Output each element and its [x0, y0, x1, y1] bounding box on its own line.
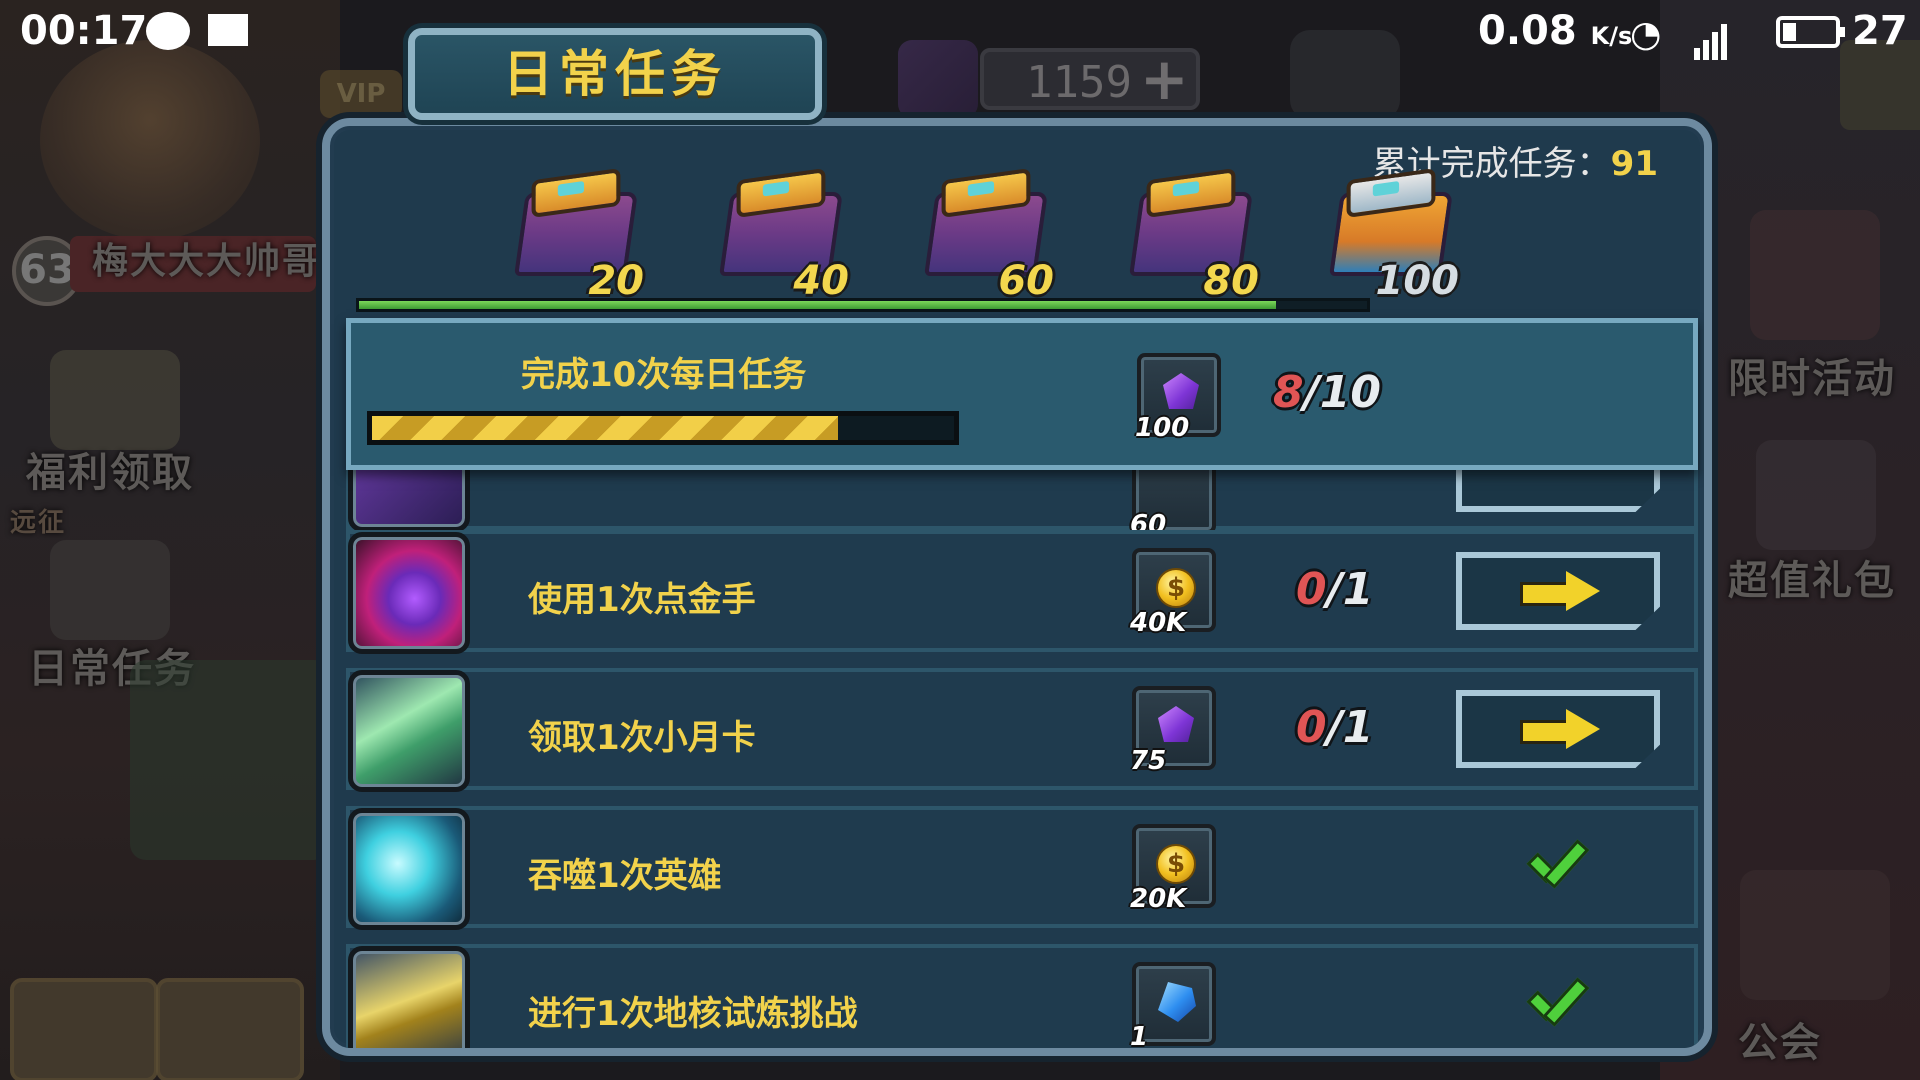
daily-task-icon[interactable]	[50, 540, 170, 640]
mail-button[interactable]	[156, 978, 304, 1080]
task-row: 领取1次小月卡 75 0/1	[346, 668, 1698, 792]
task-row: 吞噬1次英雄 $ 20K	[346, 806, 1698, 930]
battery-level: 27	[1852, 8, 1908, 54]
chest-reward-60[interactable]: 60	[920, 168, 1054, 304]
completed-check-icon	[1522, 840, 1582, 890]
network-speed: 0.08 K/s	[1478, 8, 1633, 54]
gold-coin-icon: $	[1156, 568, 1196, 608]
task-title: 吞噬1次英雄	[528, 856, 722, 896]
task-title: 完成10次每日任务	[521, 355, 807, 395]
task-count: 0/1	[1296, 564, 1374, 615]
player-name: 梅大大大帅哥	[92, 241, 321, 282]
panel-title-tab: 日常任务	[408, 28, 822, 120]
clock: 00:17	[20, 8, 148, 54]
reward-amount: 40K	[1130, 608, 1187, 638]
battery-icon	[1776, 16, 1845, 48]
vip-badge[interactable]: VIP	[320, 70, 402, 118]
reward-purple-gem: 100	[1135, 353, 1221, 443]
reward-amount: 1	[1130, 1022, 1149, 1052]
purple-gem-icon	[1163, 373, 1199, 409]
task-title: 使用1次点金手	[528, 580, 756, 620]
reward-purple-gem: 75	[1130, 686, 1216, 776]
highlighted-task: 完成10次每日任务 100 8/10	[346, 318, 1698, 470]
chest-reward-100[interactable]: 100	[1325, 168, 1459, 304]
value-pack-icon[interactable]	[1756, 440, 1876, 550]
go-button[interactable]	[1456, 690, 1660, 768]
task-title: 进行1次地核试炼挑战	[528, 994, 858, 1034]
player-avatar[interactable]	[40, 40, 260, 240]
menu-expedition[interactable]: 远征	[10, 502, 66, 539]
menu-welfare[interactable]: 福利领取	[26, 440, 194, 498]
task-count: 0/1	[1296, 702, 1374, 753]
status-bar: 00:17 0.08 K/s ◔ 27	[0, 0, 1920, 64]
menu-limited-event[interactable]: 限时活动	[1728, 346, 1896, 404]
chest-reward-40[interactable]: 40	[715, 168, 849, 304]
task-count: 8/10	[1273, 367, 1381, 418]
chat-icon	[146, 12, 190, 50]
task-progress-bar	[367, 411, 959, 445]
arrow-right-icon	[1520, 709, 1600, 749]
midas-gem-icon	[348, 532, 470, 654]
reward-amount: 20K	[1130, 884, 1187, 914]
task-title: 领取1次小月卡	[528, 718, 756, 758]
chest-reward-20[interactable]: 20	[510, 168, 644, 304]
reward-blue-crystal: 1	[1130, 962, 1216, 1048]
image-icon	[208, 14, 248, 46]
arrow-right-icon	[1520, 571, 1600, 611]
task-progress-fill	[372, 416, 838, 440]
task-row: 使用1次点金手 $ 40K 0/1	[346, 530, 1698, 654]
reward-gold-coin: $ 40K	[1130, 548, 1216, 638]
gold-coin-icon: $	[1156, 844, 1196, 884]
reward-amount: 100	[1135, 413, 1190, 443]
reward-amount: 75	[1130, 746, 1167, 776]
wifi-icon: ◔	[1630, 14, 1662, 55]
building-decoration	[130, 660, 330, 860]
purple-gem-icon	[1158, 706, 1194, 742]
monthly-card-icon	[348, 670, 470, 792]
chest-reward-80[interactable]: 80	[1125, 168, 1259, 304]
welfare-icon[interactable]	[50, 350, 180, 450]
blue-crystal-icon	[1158, 982, 1196, 1022]
menu-value-pack[interactable]: 超值礼包	[1728, 548, 1896, 606]
daily-tasks-panel: 累计完成任务：91 20 40 60 80 100 完成10次每日任务 100 …	[322, 118, 1712, 1056]
drill-icon	[348, 946, 470, 1048]
completed-check-icon	[1522, 978, 1582, 1028]
signal-4g-icon	[1694, 14, 1730, 60]
limited-event-icon[interactable]	[1750, 210, 1880, 340]
devour-capsule-icon	[348, 808, 470, 930]
panel-title: 日常任务	[503, 45, 727, 103]
go-button[interactable]	[1456, 552, 1660, 630]
task-row: 进行1次地核试炼挑战 1	[346, 944, 1698, 1048]
overall-progress-bar	[356, 298, 1370, 312]
friends-button[interactable]	[10, 978, 158, 1080]
reward-gold-coin: $ 20K	[1130, 824, 1216, 914]
guild-icon[interactable]	[1740, 870, 1890, 1000]
chest-threshold: 100	[1375, 258, 1460, 304]
overall-progress-fill	[359, 301, 1277, 309]
menu-guild[interactable]: 公会	[1738, 1010, 1822, 1068]
